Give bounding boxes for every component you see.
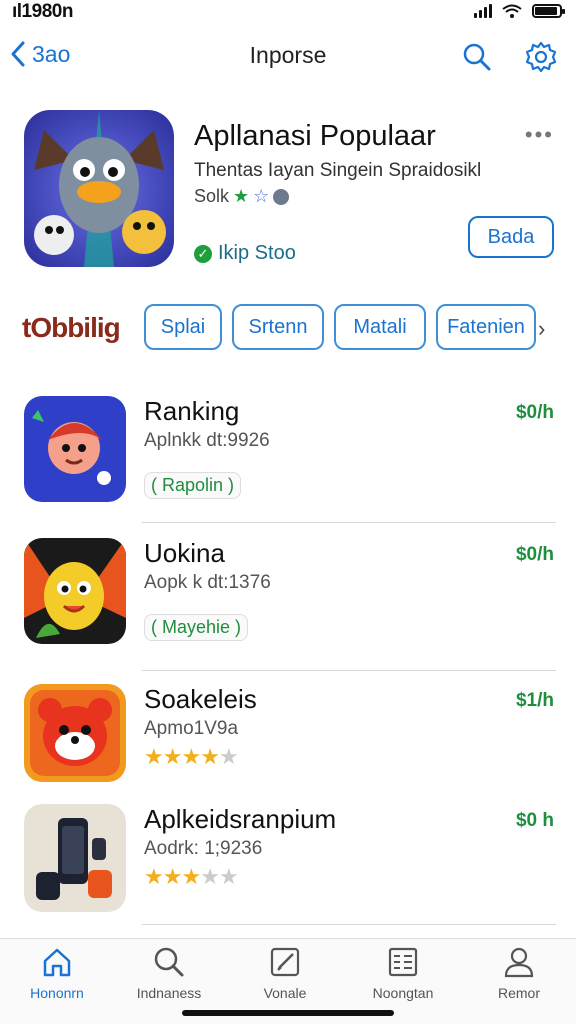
app-icon	[24, 396, 126, 502]
app-name: Ranking	[144, 396, 240, 426]
list-icon	[388, 947, 418, 977]
home-indicator	[182, 1010, 394, 1016]
app-name: Soakeleis	[144, 684, 257, 714]
tab-label: Hononrn	[30, 985, 84, 1001]
list-item[interactable]: Soakeleis Apmo1V9a $1/h ★★★★★	[24, 684, 556, 784]
divider	[142, 670, 556, 671]
list-item[interactable]: Aplkeidsranpium Aodrk: 1;9236 $0 h ★★★★★	[24, 804, 556, 914]
app-name: Aplkeidsranpium	[144, 804, 337, 834]
app-meta: Aodrk: 1;9236	[144, 838, 263, 859]
person-icon	[504, 947, 534, 978]
featured-rating: Solk ★ ☆	[194, 186, 290, 207]
battery-icon	[532, 4, 565, 18]
info-dot-icon	[273, 188, 290, 205]
app-icon	[24, 684, 126, 782]
tab-label: Noongtan	[372, 985, 434, 1001]
status-icons	[474, 4, 565, 18]
gear-icon[interactable]	[524, 40, 558, 74]
featured-app-title: Apllanasi Populaar	[194, 120, 436, 152]
divider	[142, 522, 556, 523]
tab-search[interactable]: Indnaness	[114, 945, 224, 1001]
star-filled-icon: ★	[162, 744, 183, 769]
app-meta: Aopk k dt:1376	[144, 572, 271, 593]
search-icon[interactable]	[460, 40, 494, 74]
tab-label: Remor	[497, 985, 540, 1001]
app-price: $0/h	[515, 402, 554, 423]
star-rating: ★★★★★	[144, 744, 239, 770]
category-chip[interactable]: Fatenien	[436, 304, 536, 350]
category-row: tObbilig Splai Srtenn Matali Fatenien ›	[0, 304, 576, 352]
app-price: $0 h	[515, 810, 554, 831]
divider	[142, 924, 556, 925]
store-label: Ikip Stoo	[218, 242, 296, 264]
featured-app-card[interactable]: Apllanasi Populaar ••• Thentas Iayan Sin…	[24, 110, 554, 270]
app-price: $1/h	[515, 690, 554, 711]
category-chip[interactable]: Splai	[144, 304, 222, 350]
tab-label: Indnaness	[136, 985, 202, 1001]
app-name: Uokina	[144, 538, 225, 568]
star-filled-icon: ★	[181, 744, 201, 769]
star-empty-icon: ★	[200, 864, 220, 889]
rating-text: Solk	[194, 186, 230, 206]
tab-home[interactable]: Hononrn	[2, 945, 112, 1001]
status-bar: ıl1980n	[0, 0, 576, 24]
status-time: ıl1980n	[12, 1, 73, 22]
signal-icon	[474, 4, 492, 18]
star-icon: ★	[233, 186, 250, 206]
star-filled-icon: ★	[144, 864, 164, 889]
nav-bar: 3ao Inporse	[0, 34, 576, 80]
star-filled-icon: ★	[200, 744, 220, 769]
app-meta: Aplnkk dt:9926	[144, 430, 270, 451]
brand-logo: tObbilig	[22, 312, 121, 343]
featured-app-subtitle: Thentas Iayan Singein Spraidosikl	[194, 160, 482, 181]
star-empty-icon: ★	[218, 864, 239, 889]
tab-profile[interactable]: Remor	[464, 945, 574, 1001]
category-chip[interactable]: Matali	[334, 304, 426, 350]
category-chip[interactable]: Srtenn	[232, 304, 324, 350]
tab-edit[interactable]: Vonale	[230, 945, 340, 1001]
get-button[interactable]: Bada	[468, 216, 554, 258]
home-icon	[43, 948, 71, 977]
star-filled-icon: ★	[181, 864, 201, 889]
edit-icon	[270, 947, 300, 977]
star-outline-icon: ☆	[253, 186, 270, 206]
featured-app-icon	[24, 110, 174, 267]
app-icon	[24, 538, 126, 644]
star-rating: ★★★★★	[144, 864, 239, 890]
app-tag: ( Mayehie )	[144, 614, 249, 641]
chevron-right-icon[interactable]: ›	[538, 316, 545, 342]
app-price: $0/h	[515, 544, 554, 565]
store-link[interactable]: ✓ Ikip Stoo	[194, 242, 296, 265]
star-filled-icon: ★	[144, 744, 164, 769]
star-filled-icon: ★	[162, 864, 183, 889]
wifi-icon	[502, 4, 522, 18]
app-tag: ( Rapolin )	[144, 472, 242, 499]
tab-list[interactable]: Noongtan	[348, 945, 458, 1001]
app-icon	[24, 804, 126, 912]
search-icon	[154, 947, 184, 977]
star-empty-icon: ★	[218, 744, 239, 769]
check-icon: ✓	[194, 244, 212, 263]
list-item[interactable]: Ranking Aplnkk dt:9926 $0/h ( Rapolin )	[24, 396, 556, 506]
more-options-button[interactable]: •••	[525, 122, 554, 148]
list-item[interactable]: Uokina Aopk k dt:1376 $0/h ( Mayehie )	[24, 538, 556, 648]
app-meta: Apmo1V9a	[144, 718, 239, 739]
tab-label: Vonale	[263, 985, 307, 1001]
